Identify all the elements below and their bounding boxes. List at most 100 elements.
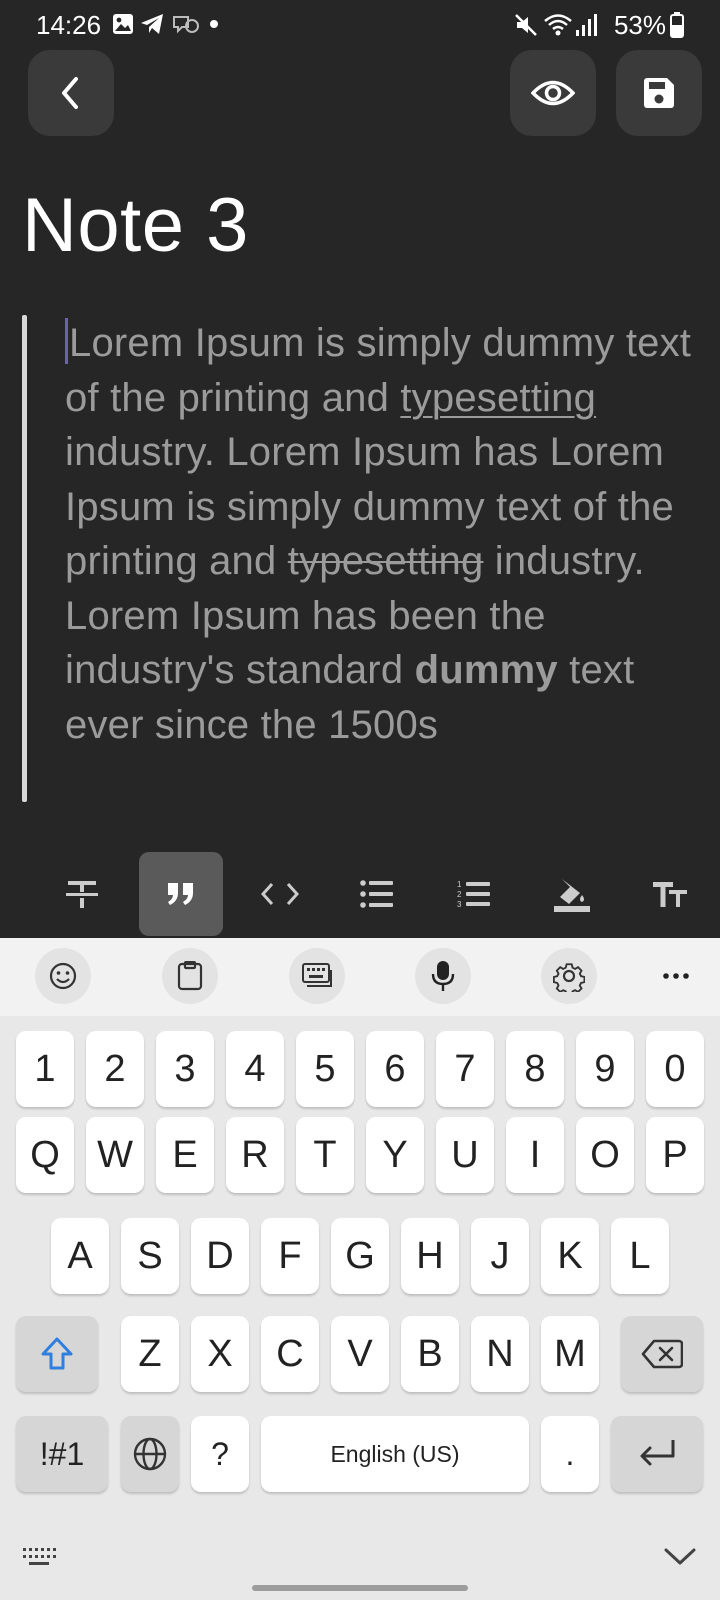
more-options-button[interactable] [648,948,704,1004]
globe-icon [133,1437,167,1471]
key-g[interactable]: G [331,1218,389,1294]
code-icon [261,882,299,906]
navigation-handle[interactable] [252,1585,468,1591]
strikethrough-button[interactable] [40,852,124,936]
signal-icon [576,14,597,36]
keyboard-toolbar [0,938,720,1016]
dot-icon [210,20,218,28]
key-j[interactable]: J [471,1218,529,1294]
numbered-list-icon: 1 2 3 [457,880,490,909]
blockquote-bar [22,315,27,802]
back-arrow-icon [62,77,78,109]
key-b[interactable]: B [401,1316,459,1392]
keyboard-layout-button[interactable] [289,948,345,1004]
svg-text:3: 3 [457,900,462,909]
strikethrough-text: typesetting [287,539,484,583]
backspace-key[interactable] [621,1316,703,1392]
key-h[interactable]: H [401,1218,459,1294]
key-8[interactable]: 8 [506,1031,564,1107]
settings-icon [553,963,585,992]
key-f[interactable]: F [261,1218,319,1294]
shift-icon [41,1337,73,1370]
text-size-icon [653,882,687,907]
question-key[interactable]: ? [191,1416,249,1492]
keyboard-layout-icon [302,963,332,987]
key-d[interactable]: D [191,1218,249,1294]
voicemail-icon [173,16,199,34]
chevron-down-icon[interactable] [664,1548,696,1566]
save-button[interactable] [616,50,702,136]
key-k[interactable]: K [541,1218,599,1294]
voice-input-button[interactable] [415,948,471,1004]
numbered-list-button[interactable]: 1 2 3 [432,852,516,936]
bulleted-list-icon [360,880,393,908]
key-n[interactable]: N [471,1316,529,1392]
preview-button[interactable] [510,50,596,136]
symbols-key[interactable]: !#1 [16,1416,108,1492]
text-cursor [65,318,68,364]
key-5[interactable]: 5 [296,1031,354,1107]
key-z[interactable]: Z [121,1316,179,1392]
key-6[interactable]: 6 [366,1031,424,1107]
keyboard-hide-icon[interactable] [22,1547,56,1567]
enter-key[interactable] [611,1416,703,1492]
key-2[interactable]: 2 [86,1031,144,1107]
telegram-icon [141,14,163,34]
back-button[interactable] [28,50,114,136]
status-time: 14:26 [36,10,102,40]
note-title[interactable]: Note 3 [22,182,249,269]
space-key[interactable]: English (US) [261,1416,529,1492]
period-key[interactable]: . [541,1416,599,1492]
gallery-icon [113,14,133,34]
paint-bucket-icon [554,879,590,912]
backspace-icon [641,1339,683,1369]
bulleted-list-button[interactable] [335,852,419,936]
code-button[interactable] [238,852,322,936]
key-x[interactable]: X [191,1316,249,1392]
microphone-icon [431,961,455,991]
quote-button[interactable] [139,852,223,936]
key-i[interactable]: I [506,1117,564,1193]
key-9[interactable]: 9 [576,1031,634,1107]
key-u[interactable]: U [436,1117,494,1193]
key-y[interactable]: Y [366,1117,424,1193]
battery-percentage: 53% [613,10,666,40]
key-m[interactable]: M [541,1316,599,1392]
key-c[interactable]: C [261,1316,319,1392]
shift-key[interactable] [16,1316,98,1392]
emoji-icon [49,962,77,990]
key-7[interactable]: 7 [436,1031,494,1107]
battery-icon [670,12,684,38]
key-w[interactable]: W [86,1117,144,1193]
bold-text: dummy [414,648,558,692]
key-v[interactable]: V [331,1316,389,1392]
key-e[interactable]: E [156,1117,214,1193]
text-color-button[interactable] [530,852,614,936]
key-r[interactable]: R [226,1117,284,1193]
key-p[interactable]: P [646,1117,704,1193]
svg-text:2: 2 [457,890,462,899]
eye-icon [531,80,575,106]
status-bar: 14:26 53% [0,0,720,50]
keyboard-settings-button[interactable] [541,948,597,1004]
key-s[interactable]: S [121,1218,179,1294]
key-a[interactable]: A [51,1218,109,1294]
key-3[interactable]: 3 [156,1031,214,1107]
clipboard-button[interactable] [162,948,218,1004]
key-q[interactable]: Q [16,1117,74,1193]
key-t[interactable]: T [296,1117,354,1193]
save-icon [644,78,674,108]
key-0[interactable]: 0 [646,1031,704,1107]
key-l[interactable]: L [611,1218,669,1294]
strikethrough-icon [66,881,98,908]
emoji-button[interactable] [35,948,91,1004]
language-key[interactable] [121,1416,179,1492]
key-o[interactable]: O [576,1117,634,1193]
enter-icon [640,1440,675,1466]
note-body-editor[interactable]: Lorem Ipsum is simply dummy text of the … [65,316,705,752]
underlined-text: typesetting [400,375,597,420]
text-size-button[interactable] [628,852,712,936]
format-toolbar: 1 2 3 [0,852,720,936]
key-1[interactable]: 1 [16,1031,74,1107]
key-4[interactable]: 4 [226,1031,284,1107]
